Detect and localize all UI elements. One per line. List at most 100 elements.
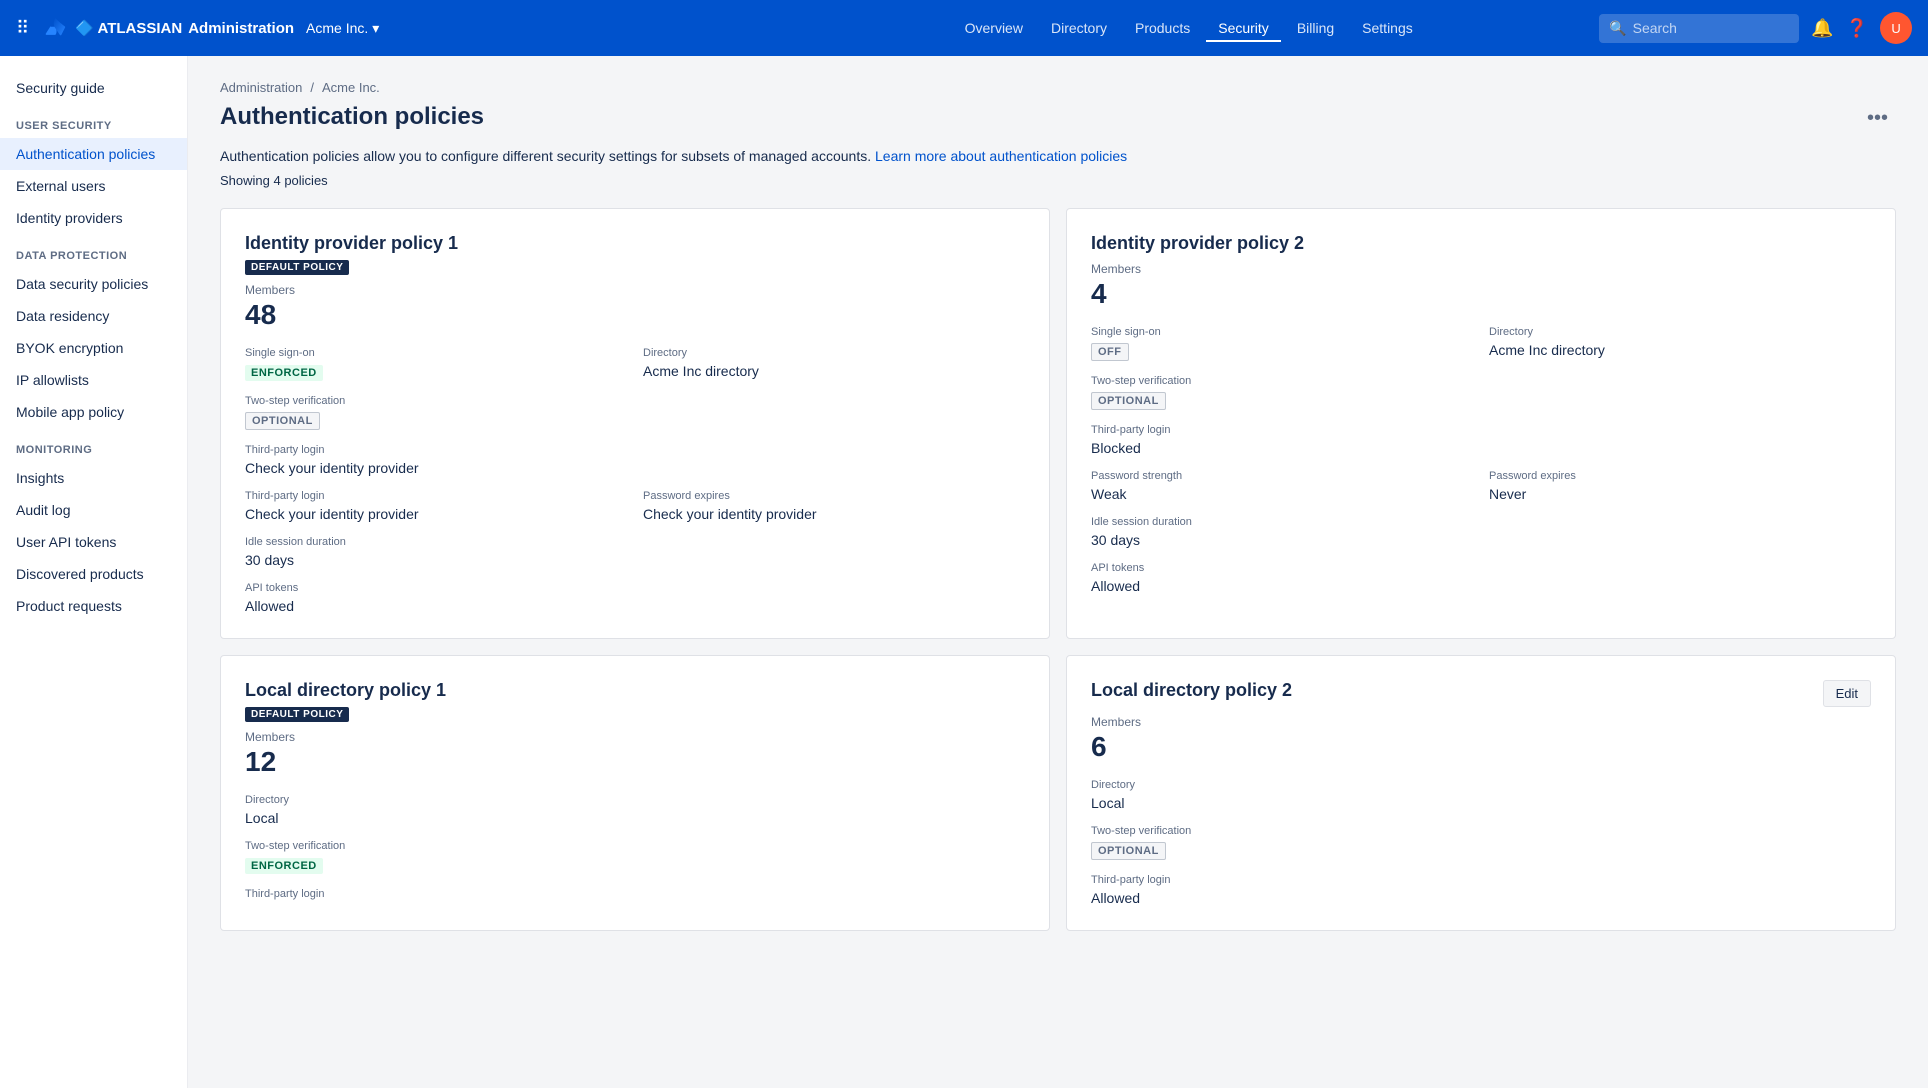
card-title-4[interactable]: Local directory policy 2: [1091, 680, 1292, 701]
card-title-3[interactable]: Local directory policy 1: [245, 680, 446, 701]
breadcrumb-separator: /: [310, 80, 314, 95]
sidebar-item-discovered-products[interactable]: Discovered products: [0, 558, 187, 590]
help-button[interactable]: ❓: [1846, 18, 1868, 39]
field-2sv-2: Two-step verification OPTIONAL: [1091, 375, 1473, 410]
edit-button-4[interactable]: Edit: [1823, 680, 1871, 707]
sidebar-item-byok[interactable]: BYOK encryption: [0, 332, 187, 364]
card-title-group-1: Identity provider policy 1 DEFAULT POLIC…: [245, 233, 458, 275]
sidebar-item-external-users[interactable]: External users: [0, 170, 187, 202]
search-input[interactable]: [1633, 20, 1790, 36]
sidebar-item-user-api-tokens[interactable]: User API tokens: [0, 526, 187, 558]
grid-icon[interactable]: ⠿: [16, 18, 29, 39]
breadcrumb: Administration / Acme Inc.: [220, 80, 1896, 95]
sso-badge-2: OFF: [1091, 343, 1129, 361]
sidebar-section-user-security: USER SECURITY: [0, 104, 187, 138]
nav-link-directory[interactable]: Directory: [1039, 14, 1119, 42]
search-box[interactable]: 🔍: [1599, 14, 1799, 43]
2sv-badge-1: OPTIONAL: [245, 412, 320, 430]
page-description: Authentication policies allow you to con…: [220, 146, 1896, 167]
card-header-3: Local directory policy 1 DEFAULT POLICY: [245, 680, 1025, 722]
field-api-tokens-2: API tokens Allowed: [1091, 562, 1871, 594]
members-label-2: Members: [1091, 262, 1871, 276]
card-fields-3: Directory Local Two-step verification EN…: [245, 794, 1025, 904]
card-header-1: Identity provider policy 1 DEFAULT POLIC…: [245, 233, 1025, 275]
page-title: Authentication policies: [220, 103, 484, 131]
field-pw-expires-1: Password expires Check your identity pro…: [643, 490, 1025, 522]
sidebar-item-data-residency[interactable]: Data residency: [0, 300, 187, 332]
learn-more-link[interactable]: Learn more about authentication policies: [875, 148, 1127, 164]
nav-right-section: 🔍 🔔 ❓ U: [1599, 12, 1912, 44]
breadcrumb-org[interactable]: Acme Inc.: [322, 80, 380, 95]
more-options-button[interactable]: •••: [1859, 103, 1896, 134]
atlassian-text: 🔷 ATLASSIAN: [75, 19, 182, 37]
showing-count: Showing 4 policies: [220, 173, 1896, 188]
card-fields-1: Single sign-on ENFORCED Directory Acme I…: [245, 347, 1025, 614]
card-title-group-2: Identity provider policy 2: [1091, 233, 1304, 254]
nav-link-overview[interactable]: Overview: [953, 14, 1035, 42]
sidebar-item-auth-policies[interactable]: Authentication policies: [0, 138, 187, 170]
card-header-2: Identity provider policy 2: [1091, 233, 1871, 254]
policy-card-3: Local directory policy 1 DEFAULT POLICY …: [220, 655, 1050, 931]
sidebar-item-product-requests[interactable]: Product requests: [0, 590, 187, 622]
members-count-2: 4: [1091, 278, 1871, 310]
notifications-button[interactable]: 🔔: [1811, 18, 1833, 39]
field-pw-expires-2: Password expires Never: [1489, 470, 1871, 502]
directory-value-1: Acme Inc directory: [643, 363, 1025, 379]
page-layout: Security guide USER SECURITY Authenticat…: [0, 56, 1928, 1088]
card-fields-2: Single sign-on OFF Directory Acme Inc di…: [1091, 326, 1871, 594]
card-title-2[interactable]: Identity provider policy 2: [1091, 233, 1304, 254]
field-2sv-4: Two-step verification OPTIONAL: [1091, 825, 1871, 860]
members-count-3: 12: [245, 746, 1025, 778]
field-directory-2: Directory Acme Inc directory: [1489, 326, 1871, 361]
sidebar-item-insights[interactable]: Insights: [0, 462, 187, 494]
breadcrumb-administration[interactable]: Administration: [220, 80, 302, 95]
field-api-tokens-1: API tokens Allowed: [245, 582, 1025, 614]
field-2sv-1: Two-step verification OPTIONAL: [245, 395, 627, 430]
sidebar: Security guide USER SECURITY Authenticat…: [0, 56, 188, 1088]
default-badge-3: DEFAULT POLICY: [245, 707, 349, 722]
card-header-4: Local directory policy 2 Edit: [1091, 680, 1871, 707]
card-title-group-4: Local directory policy 2: [1091, 680, 1292, 701]
field-sso-2: Single sign-on OFF: [1091, 326, 1473, 361]
field-idle-2: Idle session duration 30 days: [1091, 516, 1871, 548]
top-navigation: ⠿ 🔷 ATLASSIAN Administration Acme Inc. ▾…: [0, 0, 1928, 56]
default-badge-1: DEFAULT POLICY: [245, 260, 349, 275]
atlassian-logo[interactable]: 🔷 ATLASSIAN Administration: [41, 14, 294, 42]
field-directory-1: Directory Acme Inc directory: [643, 347, 1025, 381]
field-directory-4: Directory Local: [1091, 779, 1871, 811]
policy-card-1: Identity provider policy 1 DEFAULT POLIC…: [220, 208, 1050, 639]
sidebar-item-mobile-app[interactable]: Mobile app policy: [0, 396, 187, 428]
nav-link-settings[interactable]: Settings: [1350, 14, 1425, 42]
field-sso-1: Single sign-on ENFORCED: [245, 347, 627, 381]
sidebar-item-identity-providers[interactable]: Identity providers: [0, 202, 187, 234]
2sv-badge-4: OPTIONAL: [1091, 842, 1166, 860]
field-tpl-3: Third-party login: [245, 888, 1025, 904]
sidebar-item-ip-allowlists[interactable]: IP allowlists: [0, 364, 187, 396]
org-selector[interactable]: Acme Inc. ▾: [306, 20, 379, 37]
page-header: Authentication policies •••: [220, 103, 1896, 134]
field-idle-1: Idle session duration 30 days: [245, 536, 1025, 568]
admin-label: Administration: [188, 20, 294, 37]
field-empty-1: [643, 395, 1025, 430]
2sv-badge-3: ENFORCED: [245, 858, 323, 874]
sidebar-item-audit-log[interactable]: Audit log: [0, 494, 187, 526]
members-count-4: 6: [1091, 731, 1871, 763]
field-2sv-3: Two-step verification ENFORCED: [245, 840, 1025, 874]
main-content: Administration / Acme Inc. Authenticatio…: [188, 56, 1928, 1088]
nav-org-selector[interactable]: Acme Inc. ▾: [306, 20, 941, 37]
sidebar-section-data-protection: DATA PROTECTION: [0, 234, 187, 268]
user-avatar[interactable]: U: [1880, 12, 1912, 44]
members-label-3: Members: [245, 730, 1025, 744]
card-title-1[interactable]: Identity provider policy 1: [245, 233, 458, 254]
nav-link-billing[interactable]: Billing: [1285, 14, 1346, 42]
members-count-1: 48: [245, 299, 1025, 331]
nav-link-security[interactable]: Security: [1206, 14, 1281, 42]
sidebar-item-data-security[interactable]: Data security policies: [0, 268, 187, 300]
nav-link-products[interactable]: Products: [1123, 14, 1202, 42]
nav-links: Overview Directory Products Security Bil…: [953, 14, 1588, 42]
sidebar-item-security-guide[interactable]: Security guide: [0, 72, 187, 104]
chevron-down-icon: ▾: [372, 20, 379, 37]
field-empty-2: [1489, 375, 1871, 410]
policy-card-4: Local directory policy 2 Edit Members 6 …: [1066, 655, 1896, 931]
field-directory-3: Directory Local: [245, 794, 1025, 826]
